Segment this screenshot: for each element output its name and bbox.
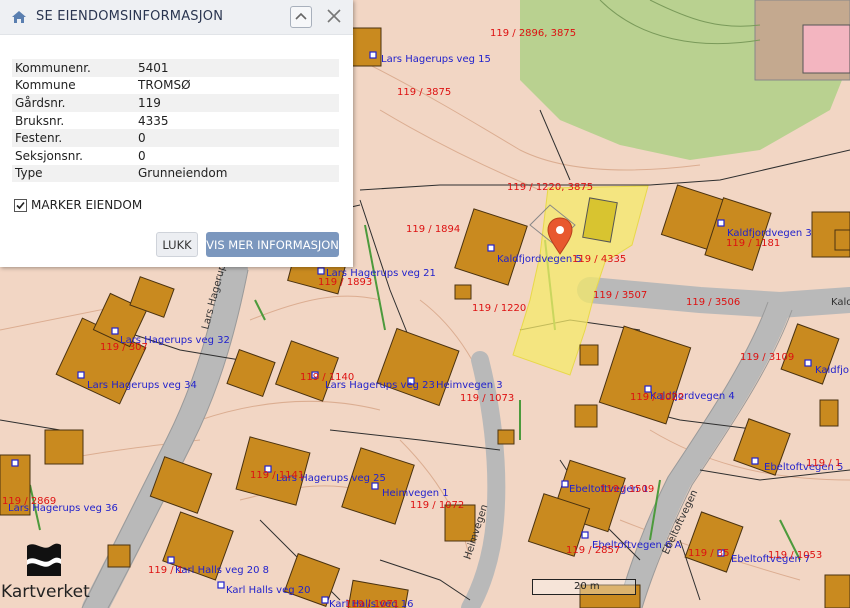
address-label: Lars Hagerups veg 34 xyxy=(87,380,197,391)
table-row: Type Grunneiendom xyxy=(12,164,339,183)
address-label: Kaldfjo xyxy=(815,365,849,376)
info-key: Kommunenr. xyxy=(12,59,135,77)
parcel-label: 119 / 3109 xyxy=(740,352,794,363)
collapse-button[interactable] xyxy=(290,6,312,28)
kartverket-logo-icon xyxy=(27,543,61,576)
parcel-label: 119 / 1072 xyxy=(410,500,464,511)
parcel-label: 119 / 1140 xyxy=(300,372,354,383)
parcel-label: 119 / 1220, 3875 xyxy=(507,182,593,193)
address-label: Karl Halls veg 20 xyxy=(226,585,311,596)
table-row: Bruksnr. 4335 xyxy=(12,112,339,130)
parcel-label: 119 / 1 xyxy=(148,565,183,576)
road-label: Kalo xyxy=(831,297,850,308)
close-icon[interactable] xyxy=(325,6,343,26)
parcel-label: 119 / 2857 xyxy=(566,545,620,556)
table-row: Seksjonsnr. 0 xyxy=(12,147,339,165)
parcel-label: 119 / 1509 xyxy=(600,484,654,495)
info-key: Bruksnr. xyxy=(15,113,65,128)
parcel-label: 119 / 4335 xyxy=(572,254,626,265)
info-key: Gårdsnr. xyxy=(12,94,135,112)
parcel-label: 119 / 3507 xyxy=(593,290,647,301)
table-row: Gårdsnr. 119 xyxy=(12,94,339,112)
table-row: Kommune TROMSØ xyxy=(12,77,339,95)
parcel-label: 119 / 3506 xyxy=(686,297,740,308)
close-button[interactable]: LUKK xyxy=(156,232,198,257)
address-label: Kaldfjordvegen 5 xyxy=(497,254,582,265)
table-row: Kommunenr. 5401 xyxy=(12,59,339,77)
info-key: Kommune xyxy=(15,78,76,93)
parcel-label: 119 / 1893 xyxy=(318,277,372,288)
parcel-label: 119 / 307 xyxy=(100,342,148,353)
parcel-label: 119 / 1181 xyxy=(726,238,780,249)
property-info-panel: SE EIENDOMSINFORMASJON Kommunenr. 5401 Ko… xyxy=(0,0,353,267)
address-label: Lars Hagerups veg 15 xyxy=(381,54,491,65)
info-value: 0 xyxy=(138,148,146,163)
property-info-table: Kommunenr. 5401 Kommune TROMSØ Gårdsnr. 119… xyxy=(12,59,339,183)
panel-title: SE EIENDOMSINFORMASJON xyxy=(36,9,224,24)
info-value: TROMSØ xyxy=(138,78,191,93)
parcel-label: 119 / 2896, 3875 xyxy=(490,28,576,39)
checkmark-icon xyxy=(16,201,25,209)
parcel-label: 119 / 1 xyxy=(806,458,841,469)
parcel-label: 119 / 1022 xyxy=(630,392,684,403)
info-key: Seksjonsnr. xyxy=(15,148,83,163)
parcel-label: 119 / 35 xyxy=(688,548,730,559)
info-key: Festenr. xyxy=(12,129,135,147)
address-label: Heimvegen 3 xyxy=(436,380,503,391)
info-value: 5401 xyxy=(135,59,339,77)
scale-bar: 20 m xyxy=(532,579,636,595)
parcel-label: 119 / 1071 xyxy=(345,599,399,608)
address-label: Heimvegen 1 xyxy=(382,488,449,499)
panel-header: SE EIENDOMSINFORMASJON xyxy=(0,0,353,35)
parcel-label: 119 / 1073 xyxy=(460,393,514,404)
parcel-label: 119 / 1141 xyxy=(250,470,304,481)
parcel-label: 119 / 1220 xyxy=(472,303,526,314)
home-icon xyxy=(12,11,26,23)
address-label: Karl Halls veg 20 8 xyxy=(175,565,269,576)
info-value: Grunneiendom xyxy=(135,164,339,183)
parcel-label: 119 / 1053 xyxy=(768,550,822,561)
parcel-label: 119 / 3875 xyxy=(397,87,451,98)
kartverket-logo-text: Kartverket xyxy=(1,582,90,602)
mark-property-toggle[interactable]: MARKER EIENDOM xyxy=(14,198,142,212)
info-value: 119 xyxy=(135,94,339,112)
show-more-info-button[interactable]: VIS MER INFORMASJON xyxy=(206,232,339,257)
info-key: Type xyxy=(12,164,135,183)
info-value: 4335 xyxy=(138,113,169,128)
scale-bar-label: 20 m xyxy=(574,581,600,592)
info-value: 0 xyxy=(135,129,339,147)
mark-property-checkbox[interactable] xyxy=(14,198,27,212)
chevron-up-icon xyxy=(295,12,307,20)
mark-property-label: MARKER EIENDOM xyxy=(31,198,143,212)
parcel-label: 119 / 1894 xyxy=(406,224,460,235)
kartverket-logo: Kartverket xyxy=(0,535,100,605)
table-row: Festenr. 0 xyxy=(12,129,339,147)
parcel-label: 119 / 2869 xyxy=(2,496,56,507)
